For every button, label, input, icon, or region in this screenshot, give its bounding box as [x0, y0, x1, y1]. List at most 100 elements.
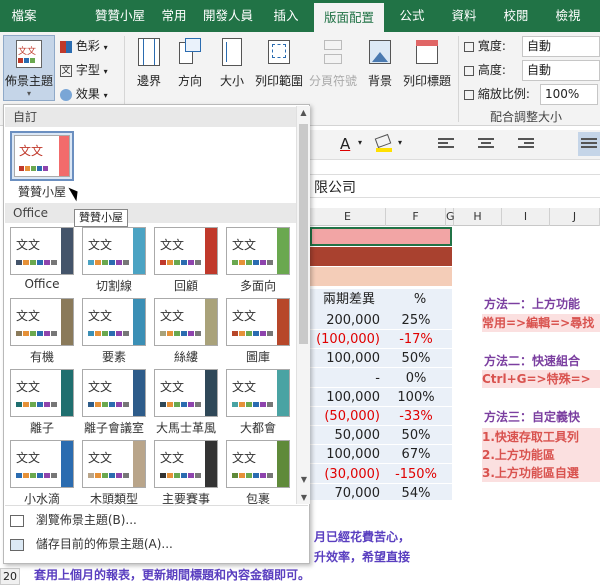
color-swatch	[181, 402, 187, 407]
theme-label: 絲縷	[173, 350, 198, 364]
tab-home[interactable]: 常用	[150, 0, 198, 32]
column-header-i[interactable]: I	[502, 208, 550, 226]
fill-color-icon[interactable]	[374, 133, 394, 152]
theme-label: 切割線	[95, 279, 132, 293]
orientation-button[interactable]: 方向	[170, 38, 210, 89]
custom-theme-thumb[interactable]: 文文	[10, 131, 74, 181]
font-color-icon[interactable]: A	[340, 135, 350, 153]
color-swatch	[37, 473, 43, 478]
height-icon	[464, 65, 474, 76]
fonts-button[interactable]: 文 字型 ▾	[60, 60, 108, 80]
color-swatch	[181, 260, 187, 265]
divider	[5, 505, 308, 506]
row-header[interactable]: 20	[0, 568, 20, 585]
theme-thumb[interactable]: 文文	[154, 227, 218, 275]
theme-label: 離子會議室	[83, 421, 144, 435]
print-area-button[interactable]: 列印範圍	[252, 38, 306, 89]
theme-thumb[interactable]: 文文	[154, 298, 218, 346]
scale-spinner[interactable]: 100%	[540, 84, 598, 105]
subtitle-band-cell[interactable]	[310, 247, 452, 266]
tab-insert[interactable]: 插入	[262, 0, 310, 32]
themes-gallery: 自訂 文文 贊贊小屋 Office 贊贊小屋 文文 Office 文文 切割線 文文 回顧…	[3, 104, 310, 564]
theme-thumb[interactable]: 文文	[10, 298, 74, 346]
tab-review[interactable]: 校閱	[492, 0, 540, 32]
width-label-text: 寬度:	[477, 39, 506, 53]
theme-thumb[interactable]: 文文	[82, 298, 146, 346]
theme-thumb[interactable]: 文文	[10, 440, 74, 488]
period-band-cell[interactable]	[310, 267, 452, 286]
tab-formulas[interactable]: 公式	[388, 0, 436, 32]
breaks-button[interactable]: 分頁符號	[306, 38, 360, 89]
header-diff[interactable]: 兩期差異	[310, 289, 388, 311]
align-right-icon[interactable]	[518, 138, 534, 152]
theme-thumb[interactable]: 文文	[82, 227, 146, 275]
scroll-down-icon[interactable]: ▼	[297, 475, 311, 484]
width-select[interactable]: 自動	[522, 36, 600, 57]
column-header-g[interactable]: G	[446, 208, 455, 226]
title-band-cell[interactable]	[310, 227, 452, 246]
height-select[interactable]: 自動	[522, 60, 600, 81]
theme-thumb[interactable]: 文文	[82, 369, 146, 417]
color-swatch	[267, 402, 273, 407]
scroll-up-icon[interactable]: ▲	[297, 106, 310, 120]
margins-button[interactable]: 邊界	[130, 38, 168, 89]
scroll-thumb[interactable]	[299, 124, 308, 344]
save-icon	[10, 538, 24, 551]
tab-zanzan[interactable]: 贊贊小屋	[84, 0, 156, 32]
tab-data[interactable]: 資料	[440, 0, 488, 32]
column-header-f[interactable]: F	[386, 208, 446, 226]
color-swatch	[174, 402, 180, 407]
formula-bar[interactable]: 限公司	[310, 174, 600, 198]
header-percent[interactable]: %	[388, 289, 452, 311]
theme-thumb[interactable]: 文文	[82, 440, 146, 488]
tab-file[interactable]: 檔案	[0, 0, 48, 32]
themes-button[interactable]: 文文 佈景主題 ▾	[3, 35, 55, 101]
column-header-j[interactable]: J	[550, 208, 600, 226]
theme-thumb[interactable]: 文文	[10, 227, 74, 275]
theme-label: 大都會	[239, 421, 276, 435]
scroll-more-icon[interactable]: ▼	[297, 493, 311, 502]
colors-button[interactable]: 色彩 ▾	[60, 36, 108, 56]
save-theme-item[interactable]: 儲存目前的佈景主題(A)...	[10, 533, 173, 555]
color-swatch	[246, 402, 252, 407]
justify-icon[interactable]	[578, 132, 600, 156]
tab-developer[interactable]: 開發人員	[196, 0, 260, 32]
chevron-down-icon[interactable]: ▾	[358, 138, 362, 147]
browse-themes-item[interactable]: 瀏覽佈景主題(B)...	[10, 509, 137, 531]
print-titles-button[interactable]: 列印標題	[400, 38, 454, 89]
theme-thumb[interactable]: 文文	[10, 369, 74, 417]
color-swatch	[123, 260, 129, 265]
size-button[interactable]: 大小	[214, 38, 250, 89]
column-header-e[interactable]: E	[310, 208, 386, 226]
color-swatch	[195, 331, 201, 336]
accent-stripe	[133, 299, 145, 345]
column-header-h[interactable]: H	[454, 208, 502, 226]
theme-thumb[interactable]: 文文	[226, 227, 290, 275]
color-swatch	[102, 473, 108, 478]
effects-button[interactable]: 效果 ▾	[60, 84, 108, 104]
theme-thumb[interactable]: 文文	[226, 369, 290, 417]
align-center-icon[interactable]	[478, 138, 494, 152]
thumb-text: 文文	[16, 309, 41, 323]
thumb-text: 文文	[88, 451, 113, 465]
theme-thumb[interactable]: 文文	[226, 298, 290, 346]
background-button[interactable]: 背景	[362, 38, 398, 89]
color-swatch	[44, 260, 50, 265]
theme-thumb[interactable]: 文文	[226, 440, 290, 488]
thumb-text: 文文	[160, 309, 185, 323]
theme-label: 有機	[29, 350, 54, 364]
tab-page-layout[interactable]: 版面配置	[314, 3, 384, 32]
color-swatch	[123, 402, 129, 407]
method1-text: 常用=>編輯=>尋找	[482, 314, 600, 332]
theme-thumb[interactable]: 文文	[154, 440, 218, 488]
color-swatch	[116, 331, 122, 336]
align-left-icon[interactable]	[438, 138, 454, 152]
theme-label: 多面向	[239, 279, 276, 293]
chevron-down-icon: ▾	[103, 91, 108, 100]
background-label: 背景	[367, 74, 392, 88]
chevron-down-icon[interactable]: ▾	[398, 138, 402, 147]
tab-view[interactable]: 檢視	[544, 0, 592, 32]
theme-thumb[interactable]: 文文	[154, 369, 218, 417]
gallery-scrollbar[interactable]: ▲ ▼ ▼	[296, 106, 310, 504]
color-swatch	[232, 260, 238, 265]
